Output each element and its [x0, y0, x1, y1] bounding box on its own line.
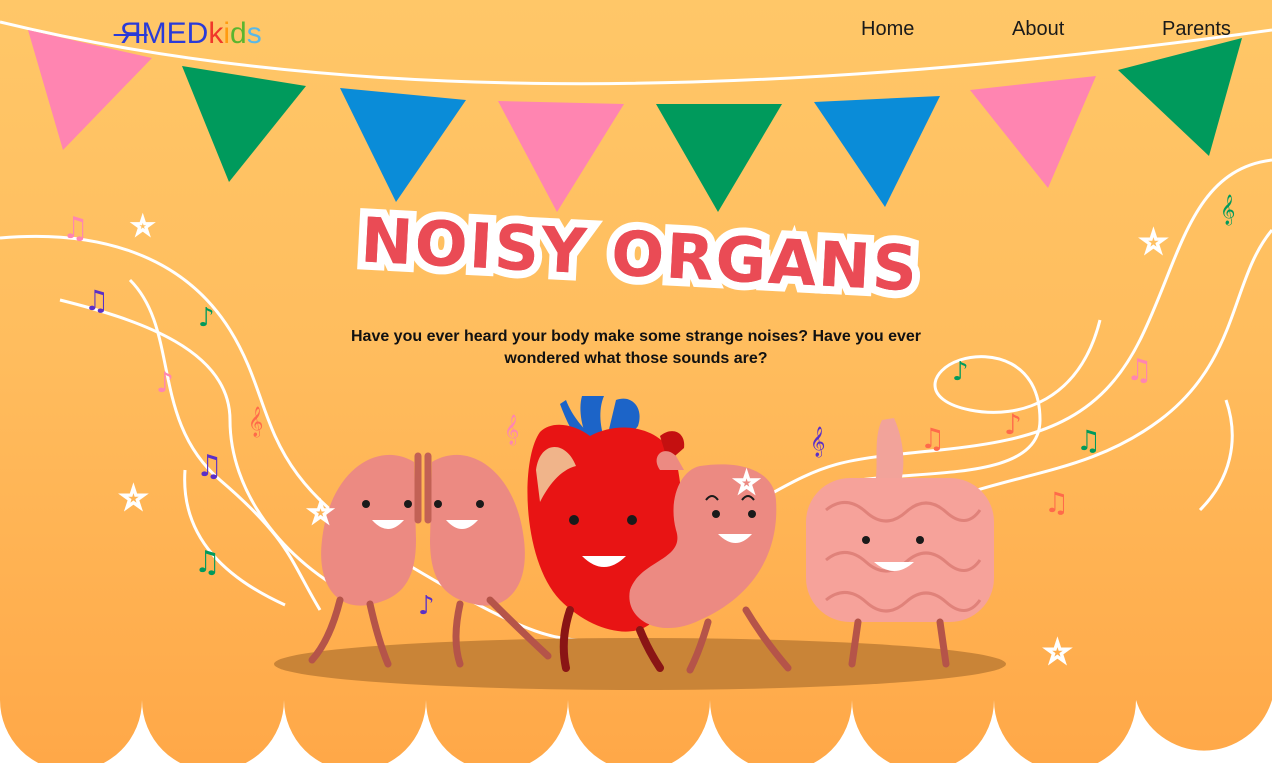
svg-text:♪: ♪ [952, 357, 969, 387]
hero-title: NOISY ORGANS NOISY ORGANS [340, 195, 940, 318]
svg-text:☆: ☆ [734, 466, 759, 499]
lungs-character [308, 452, 552, 668]
bunting-flag [498, 101, 624, 212]
svg-text:𝄞: 𝄞 [1220, 194, 1235, 226]
bunting-flag [970, 76, 1096, 188]
nav-link-parents[interactable]: Parents [1162, 18, 1231, 41]
scalloped-border [0, 700, 1272, 763]
svg-text:𝄞: 𝄞 [248, 406, 263, 438]
svg-text:𝄞: 𝄞 [504, 414, 519, 446]
svg-text:☆: ☆ [132, 212, 154, 240]
svg-text:☆: ☆ [1044, 635, 1071, 670]
svg-text:♫: ♫ [1076, 424, 1101, 457]
nav-link-about[interactable]: About [1012, 18, 1064, 41]
bunting-flag [656, 104, 782, 212]
bunting-flag [1118, 38, 1242, 156]
background-illustration: ♫ ♫ ♪ ♪ ♫ ♫ ♪ ♪ ♫ ♫ ♪ ♫ ♫ 𝄞 𝄞 𝄞 𝄞 ☆ ☆ ☆ … [0, 20, 1272, 763]
svg-text:♫: ♫ [196, 449, 223, 484]
bunting-flag [340, 88, 466, 202]
svg-text:♪: ♪ [1004, 408, 1022, 441]
svg-text:♫: ♫ [194, 545, 221, 580]
svg-text:☆: ☆ [120, 481, 147, 516]
scallop-edge [0, 700, 1272, 763]
svg-text:♫: ♫ [62, 211, 89, 246]
svg-text:♫: ♫ [1044, 486, 1069, 519]
svg-text:☆: ☆ [1140, 225, 1167, 260]
svg-text:♫: ♫ [920, 422, 945, 455]
svg-text:♫: ♫ [1126, 353, 1153, 388]
svg-text:♪: ♪ [198, 303, 215, 333]
svg-text:☆: ☆ [308, 496, 333, 529]
intestines-character [806, 418, 994, 668]
main-navigation: Home About Parents [0, 18, 1272, 48]
hero-title-text: NOISY ORGANS [359, 203, 921, 306]
svg-text:♪: ♪ [418, 591, 435, 621]
svg-text:♫: ♫ [84, 284, 109, 317]
page-stage: ♫ ♫ ♪ ♪ ♫ ♫ ♪ ♪ ♫ ♫ ♪ ♫ ♫ 𝄞 𝄞 𝄞 𝄞 ☆ ☆ ☆ … [0, 0, 1272, 763]
bunting-flag [182, 66, 306, 182]
hero-subtitle: Have you ever heard your body make some … [350, 328, 921, 367]
nav-link-home[interactable]: Home [861, 18, 914, 41]
svg-text:𝄞: 𝄞 [810, 426, 825, 458]
bunting-flag [814, 96, 940, 207]
svg-text:♪: ♪ [156, 366, 174, 399]
